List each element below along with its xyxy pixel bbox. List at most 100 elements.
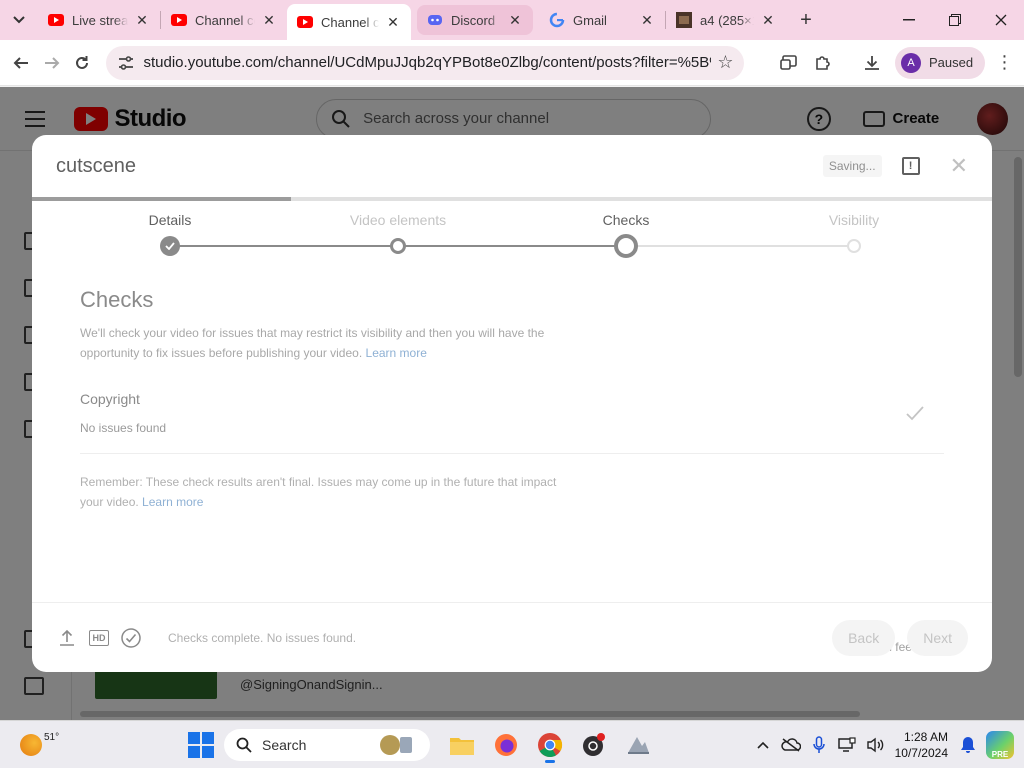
step-visibility-dot[interactable] <box>847 239 861 253</box>
checks-description-text: We'll check your video for issues that m… <box>80 326 545 360</box>
next-button[interactable]: Next <box>907 619 968 656</box>
google-icon <box>549 12 565 28</box>
url-text[interactable]: studio.youtube.com/channel/UCdMpuJJqb2qY… <box>144 54 712 71</box>
close-icon[interactable]: ✕ <box>639 12 655 28</box>
site-info-icon[interactable] <box>116 53 136 73</box>
window-controls <box>886 0 1024 40</box>
chevron-up-icon[interactable] <box>749 731 777 759</box>
forward-button[interactable] <box>37 46 68 80</box>
tab-search-button[interactable] <box>0 0 38 40</box>
close-icon[interactable]: ✕ <box>261 12 277 28</box>
extensions-button[interactable] <box>808 46 839 80</box>
step-checks-dot[interactable] <box>614 234 638 258</box>
tab-title: Gmail <box>573 12 607 28</box>
step-label-checks[interactable]: Checks <box>603 212 650 228</box>
footer-status-text: Checks complete. No issues found. <box>168 630 357 645</box>
back-button[interactable]: Back <box>832 619 896 656</box>
browser-tab-channel-content-active[interactable]: Channel co ✕ <box>287 4 411 40</box>
checks-complete-icon[interactable] <box>120 627 142 649</box>
tab-title: a4 (285×1 <box>700 12 754 28</box>
address-bar[interactable]: studio.youtube.com/channel/UCdMpuJJqb2qY… <box>105 45 744 80</box>
report-issue-icon[interactable]: ! <box>901 157 920 175</box>
step-label-visibility[interactable]: Visibility <box>829 212 879 228</box>
download-icon <box>864 55 879 70</box>
chrome-icon[interactable] <box>532 727 568 763</box>
learn-more-link[interactable]: Learn more <box>366 346 427 360</box>
browser-tab-live-stream[interactable]: Live stream ✕ <box>38 0 160 40</box>
saving-status: Saving... <box>822 155 882 177</box>
step-details-check-icon[interactable] <box>160 236 180 256</box>
reload-icon <box>76 55 89 69</box>
browser-menu-button[interactable]: ⋮ <box>991 46 1018 80</box>
display-icon[interactable] <box>833 731 861 759</box>
copyright-title: Copyright <box>80 391 140 407</box>
browser-tab-discord[interactable]: Discord ✕ <box>417 5 533 35</box>
clock[interactable]: 1:28 AM 10/7/2024 <box>895 729 948 761</box>
restore-icon <box>949 14 961 26</box>
checks-section: Checks We'll check your video for issues… <box>80 287 944 654</box>
youtube-icon <box>171 12 187 28</box>
reload-button[interactable] <box>67 46 98 80</box>
windows-start-icon[interactable] <box>188 731 214 758</box>
weather-widget[interactable]: 51° <box>20 732 80 756</box>
taskbar-search[interactable]: Search <box>224 728 430 761</box>
back-button[interactable] <box>6 46 37 80</box>
cast-button[interactable] <box>774 46 805 80</box>
firefox-icon[interactable] <box>488 727 524 763</box>
step-label-details[interactable]: Details <box>149 212 192 228</box>
profile-button[interactable]: A Paused <box>895 46 986 79</box>
arrow-left-icon <box>13 56 29 69</box>
new-tab-button[interactable]: + <box>790 4 822 36</box>
youtube-icon <box>297 14 313 30</box>
step-label-video-elements[interactable]: Video elements <box>350 212 446 228</box>
remember-note: Remember: These check results aren't fin… <box>80 472 560 512</box>
chevron-down-icon <box>13 16 25 24</box>
tab-title: Channel co <box>321 14 379 30</box>
browser-tab-image-a4[interactable]: a4 (285×1 ✕ <box>666 0 786 40</box>
bookmark-star-icon[interactable]: ☆ <box>717 52 733 73</box>
hd-icon[interactable]: HD <box>88 627 110 649</box>
copilot-badge: PRE <box>991 749 1009 759</box>
step-video-elements-dot[interactable] <box>390 238 406 254</box>
notification-bell-icon[interactable] <box>956 733 980 757</box>
checks-description: We'll check your video for issues that m… <box>80 323 600 363</box>
app-icon[interactable] <box>620 727 656 763</box>
cast-icon <box>779 54 797 70</box>
more-vert-icon: ⋮ <box>995 52 1014 72</box>
close-icon[interactable]: ✕ <box>134 12 150 28</box>
tab-title: Discord <box>451 12 496 28</box>
close-icon[interactable]: ✕ <box>950 153 968 179</box>
search-icon <box>236 737 252 753</box>
close-icon[interactable]: ✕ <box>760 12 776 28</box>
taskbar-search-label: Search <box>262 736 307 753</box>
tab-title: Channel co <box>195 12 255 28</box>
minimize-button[interactable] <box>886 0 932 40</box>
copyright-status: No issues found <box>80 421 167 435</box>
clock-time: 1:28 AM <box>903 729 948 744</box>
minimize-icon <box>903 19 915 21</box>
discord-icon <box>427 12 443 28</box>
arrow-right-icon <box>44 56 60 69</box>
browser-tab-channel-content-1[interactable]: Channel co ✕ <box>161 0 287 40</box>
dialog-footer: HD Checks complete. No issues found. Bac… <box>32 602 992 672</box>
remember-learn-more-link[interactable]: Learn more <box>142 495 203 509</box>
browser-tab-gmail[interactable]: Gmail ✕ <box>539 0 665 40</box>
file-explorer-icon[interactable] <box>444 727 480 763</box>
close-icon[interactable]: ✕ <box>507 12 523 28</box>
obs-icon[interactable] <box>576 727 612 763</box>
checks-heading: Checks <box>80 287 154 312</box>
close-window-button[interactable] <box>978 0 1024 40</box>
onedrive-sync-icon[interactable] <box>777 731 805 759</box>
upload-progress-bar <box>32 197 992 201</box>
copyright-check: Copyright No issues found <box>80 391 944 454</box>
microphone-icon[interactable] <box>805 731 833 759</box>
volume-icon[interactable] <box>861 731 889 759</box>
close-icon[interactable]: ✕ <box>385 14 401 30</box>
copilot-icon[interactable]: PRE <box>986 730 1014 759</box>
profile-avatar: A <box>901 52 921 73</box>
downloads-button[interactable] <box>857 46 888 80</box>
upload-stepper: Details Video elements Checks Visibility <box>32 209 992 259</box>
restore-button[interactable] <box>932 0 978 40</box>
upload-dialog: cutscene Saving... ! ✕ Details Video ele… <box>32 135 992 672</box>
upload-icon[interactable] <box>56 627 78 649</box>
